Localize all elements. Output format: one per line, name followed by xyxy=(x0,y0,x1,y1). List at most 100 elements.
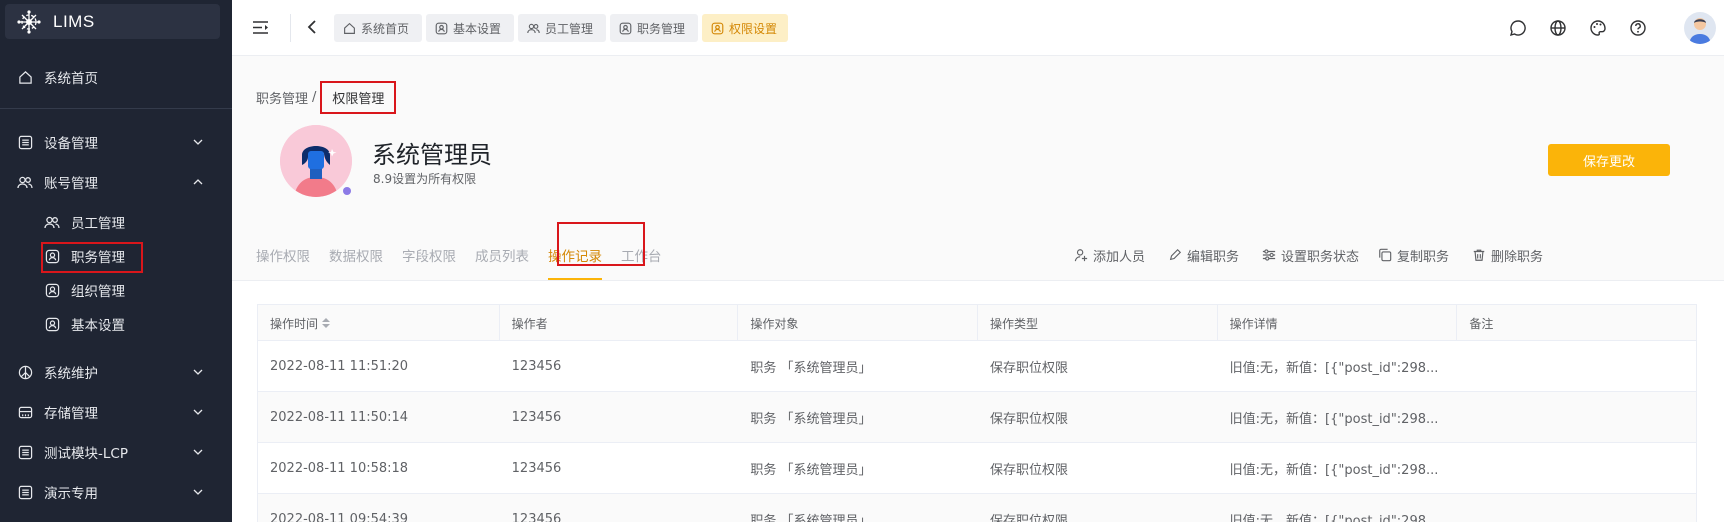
add-member-button[interactable]: 添加人员 xyxy=(1074,240,1145,270)
globe-icon[interactable] xyxy=(1548,18,1567,37)
table-row[interactable]: 2022-08-11 10:58:18 123456 职务 「系统管理员」 保存… xyxy=(258,443,1696,494)
table-row[interactable]: 2022-08-11 11:50:14 123456 职务 「系统管理员」 保存… xyxy=(258,392,1696,443)
table-row[interactable]: 2022-08-11 11:51:20 123456 职务 「系统管理员」 保存… xyxy=(258,341,1696,392)
breadcrumb: 职务管理 / 权限管理 xyxy=(256,81,397,114)
help-icon[interactable] xyxy=(1628,18,1647,37)
module-icon xyxy=(17,444,33,460)
sort-icon[interactable] xyxy=(322,318,331,328)
home-icon xyxy=(17,69,33,85)
breadcrumb-separator: / xyxy=(312,90,317,105)
app-name: LIMS xyxy=(53,11,95,31)
action-label: 复制职务 xyxy=(1397,249,1450,265)
role-icon xyxy=(435,22,448,35)
sidebar-item-employees[interactable]: 员工管理 xyxy=(0,205,232,239)
tab-member-list[interactable]: 成员列表 xyxy=(475,230,529,280)
tab-label: 系统首页 xyxy=(361,21,410,36)
operation-log-table: 操作时间 操作者 操作对象 操作类型 操作详情 备注 2022-08-11 11… xyxy=(257,304,1697,522)
role-header: 职务管理 / 权限管理 系统管理员 8.9设置为所有权限 保存更改 操作权限 数… xyxy=(232,56,1724,280)
tab-data-permissions[interactable]: 数据权限 xyxy=(329,230,383,280)
column-header-details: 操作详情 xyxy=(1218,305,1458,341)
edit-icon xyxy=(1168,248,1182,262)
sidebar-item-label: 组织管理 xyxy=(71,284,125,300)
tab-label: 员工管理 xyxy=(545,21,594,36)
logo-icon xyxy=(17,9,41,34)
trash-icon xyxy=(1472,248,1486,262)
tab-label: 职务管理 xyxy=(637,21,686,36)
action-label: 删除职务 xyxy=(1491,249,1544,265)
chevron-down-icon xyxy=(192,486,204,498)
active-tab-highlight xyxy=(557,222,645,266)
sidebar-item-home[interactable]: 系统首页 xyxy=(0,60,232,94)
sidebar-item-storage[interactable]: 存储管理 xyxy=(0,395,232,429)
palette-icon[interactable] xyxy=(1588,18,1607,37)
sidebar-item-basic-settings[interactable]: 基本设置 xyxy=(0,307,232,341)
sidebar-item-label: 测试模块-LCP xyxy=(44,446,128,462)
chevron-up-icon xyxy=(192,176,204,188)
cell-type: 保存职位权限 xyxy=(990,361,1069,376)
sidebar-selection-highlight xyxy=(41,242,143,273)
status-dot xyxy=(343,187,351,195)
copy-role-button[interactable]: 复制职务 xyxy=(1378,240,1449,270)
column-header-time[interactable]: 操作时间 xyxy=(258,305,500,341)
cell-target: 职务 「系统管理员」 xyxy=(750,514,872,522)
sliders-icon xyxy=(1262,248,1276,262)
sidebar-item-label: 账号管理 xyxy=(44,176,98,192)
users-icon xyxy=(527,22,540,35)
tab-label: 基本设置 xyxy=(453,21,502,36)
sidebar-item-maintenance[interactable]: 系统维护 xyxy=(0,355,232,389)
header-divider xyxy=(232,280,1724,281)
tab-employees[interactable]: 员工管理 xyxy=(518,14,606,42)
user-avatar[interactable] xyxy=(1684,12,1716,44)
cell-operator: 123456 xyxy=(511,410,562,425)
tab-label: 权限设置 xyxy=(729,21,778,36)
add-user-icon xyxy=(1074,248,1088,262)
tab-basic-settings[interactable]: 基本设置 xyxy=(426,14,514,42)
table-row[interactable]: 2022-08-11 09:54:39 123456 职务 「系统管理员」 保存… xyxy=(258,494,1696,522)
role-title: 系统管理员 xyxy=(372,141,492,169)
cell-target: 职务 「系统管理员」 xyxy=(750,412,872,427)
cell-type: 保存职位权限 xyxy=(990,514,1069,522)
sidebar-item-organization[interactable]: 组织管理 xyxy=(0,273,232,307)
cell-remarks xyxy=(1457,494,1696,522)
column-header-type: 操作类型 xyxy=(978,305,1218,341)
save-changes-button[interactable]: 保存更改 xyxy=(1548,144,1670,176)
sidebar-item-label: 基本设置 xyxy=(71,318,125,334)
cell-remarks xyxy=(1457,341,1696,392)
tab-operation-permissions[interactable]: 操作权限 xyxy=(256,230,310,280)
breadcrumb-parent[interactable]: 职务管理 xyxy=(256,88,308,107)
cell-details: 旧值:无，新值：[{"post_id":298... xyxy=(1229,361,1439,376)
tab-home[interactable]: 系统首页 xyxy=(334,14,422,42)
action-label: 编辑职务 xyxy=(1187,249,1240,265)
toolbar-divider xyxy=(290,14,291,42)
cell-operator: 123456 xyxy=(511,359,562,374)
users-icon xyxy=(44,214,60,230)
role-description: 8.9设置为所有权限 xyxy=(373,172,477,186)
back-arrow-icon[interactable] xyxy=(302,17,322,37)
sidebar-item-label: 员工管理 xyxy=(71,216,125,232)
sidebar-item-demo[interactable]: 演示专用 xyxy=(0,475,232,509)
tab-field-permissions[interactable]: 字段权限 xyxy=(402,230,456,280)
action-label: 设置职务状态 xyxy=(1281,249,1360,265)
role-icon xyxy=(711,22,724,35)
cell-details: 旧值:无，新值：[{"post_id":298... xyxy=(1229,412,1439,427)
sidebar-item-test-module[interactable]: 测试模块-LCP xyxy=(0,435,232,469)
module-icon xyxy=(17,484,33,500)
table-header: 操作时间 操作者 操作对象 操作类型 操作详情 备注 xyxy=(258,305,1696,341)
collapse-menu-icon[interactable] xyxy=(250,17,270,37)
delete-role-button[interactable]: 删除职务 xyxy=(1472,240,1543,270)
set-role-status-button[interactable]: 设置职务状态 xyxy=(1262,240,1359,270)
sidebar-item-label: 设备管理 xyxy=(44,136,98,152)
message-icon[interactable] xyxy=(1508,18,1527,37)
cell-target: 职务 「系统管理员」 xyxy=(750,463,872,478)
cell-type: 保存职位权限 xyxy=(990,463,1069,478)
sidebar-item-accounts[interactable]: 账号管理 xyxy=(0,165,232,199)
cell-time: 2022-08-11 10:58:18 xyxy=(270,461,409,476)
sidebar-item-devices[interactable]: 设备管理 xyxy=(0,125,232,159)
chevron-down-icon xyxy=(192,446,204,458)
edit-role-button[interactable]: 编辑职务 xyxy=(1168,240,1239,270)
cell-details: 旧值:无，新值：[{"post_id":298... xyxy=(1229,463,1439,478)
tab-roles[interactable]: 职务管理 xyxy=(610,14,698,42)
app-logo[interactable]: LIMS xyxy=(5,4,220,39)
tab-permission-settings[interactable]: 权限设置 xyxy=(702,14,788,42)
cell-details: 旧值:无，新值：[{"post_id":298... xyxy=(1229,514,1439,522)
